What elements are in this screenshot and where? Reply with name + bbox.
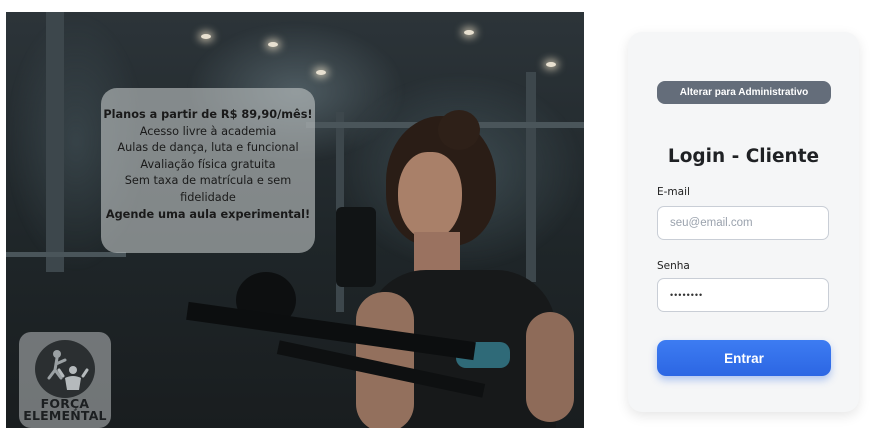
ceiling-light [464, 30, 474, 35]
login-card: Alterar para Administrativo Login - Clie… [628, 32, 859, 412]
promo-line: Acesso livre à academia [139, 124, 277, 138]
gym-column [526, 72, 536, 282]
logo-text-line2: ELEMENTAL [23, 408, 107, 423]
login-title: Login - Cliente [667, 146, 820, 167]
logo-text: FORÇA ELEMENTAL [19, 397, 111, 423]
logo-emblem [35, 340, 95, 398]
gym-equipment [336, 207, 376, 287]
woman-face [398, 152, 462, 240]
email-label: E-mail [657, 186, 690, 198]
ceiling-light [546, 62, 556, 67]
gym-rail [6, 252, 126, 257]
brand-logo: FORÇA ELEMENTAL [19, 332, 111, 428]
promo-line: Avaliação física gratuita [140, 157, 276, 171]
promo-line: Aulas de dança, luta e funcional [117, 141, 299, 155]
password-field[interactable] [657, 278, 829, 312]
woman-arm [526, 312, 574, 422]
promo-headline: Planos a partir de R$ 89,90/mês! [103, 108, 313, 121]
promo-cta: Agende uma aula experimental! [105, 207, 311, 221]
gym-column [46, 12, 64, 272]
ceiling-light [316, 70, 326, 75]
promo-line: Sem taxa de matrícula e sem [124, 174, 292, 188]
ceiling-light [268, 42, 278, 47]
hero-image-panel: Planos a partir de R$ 89,90/mês! Acesso … [6, 12, 584, 428]
login-submit-button[interactable]: Entrar [657, 340, 831, 376]
athletes-icon [47, 350, 89, 390]
woman-hair-bun [438, 110, 480, 150]
promo-line: fidelidade [180, 190, 236, 204]
password-label: Senha [657, 260, 690, 272]
promo-box: Planos a partir de R$ 89,90/mês! Acesso … [101, 88, 315, 253]
switch-to-admin-button[interactable]: Alterar para Administrativo [657, 81, 831, 104]
ceiling-light [201, 34, 211, 39]
email-field[interactable] [657, 206, 829, 240]
